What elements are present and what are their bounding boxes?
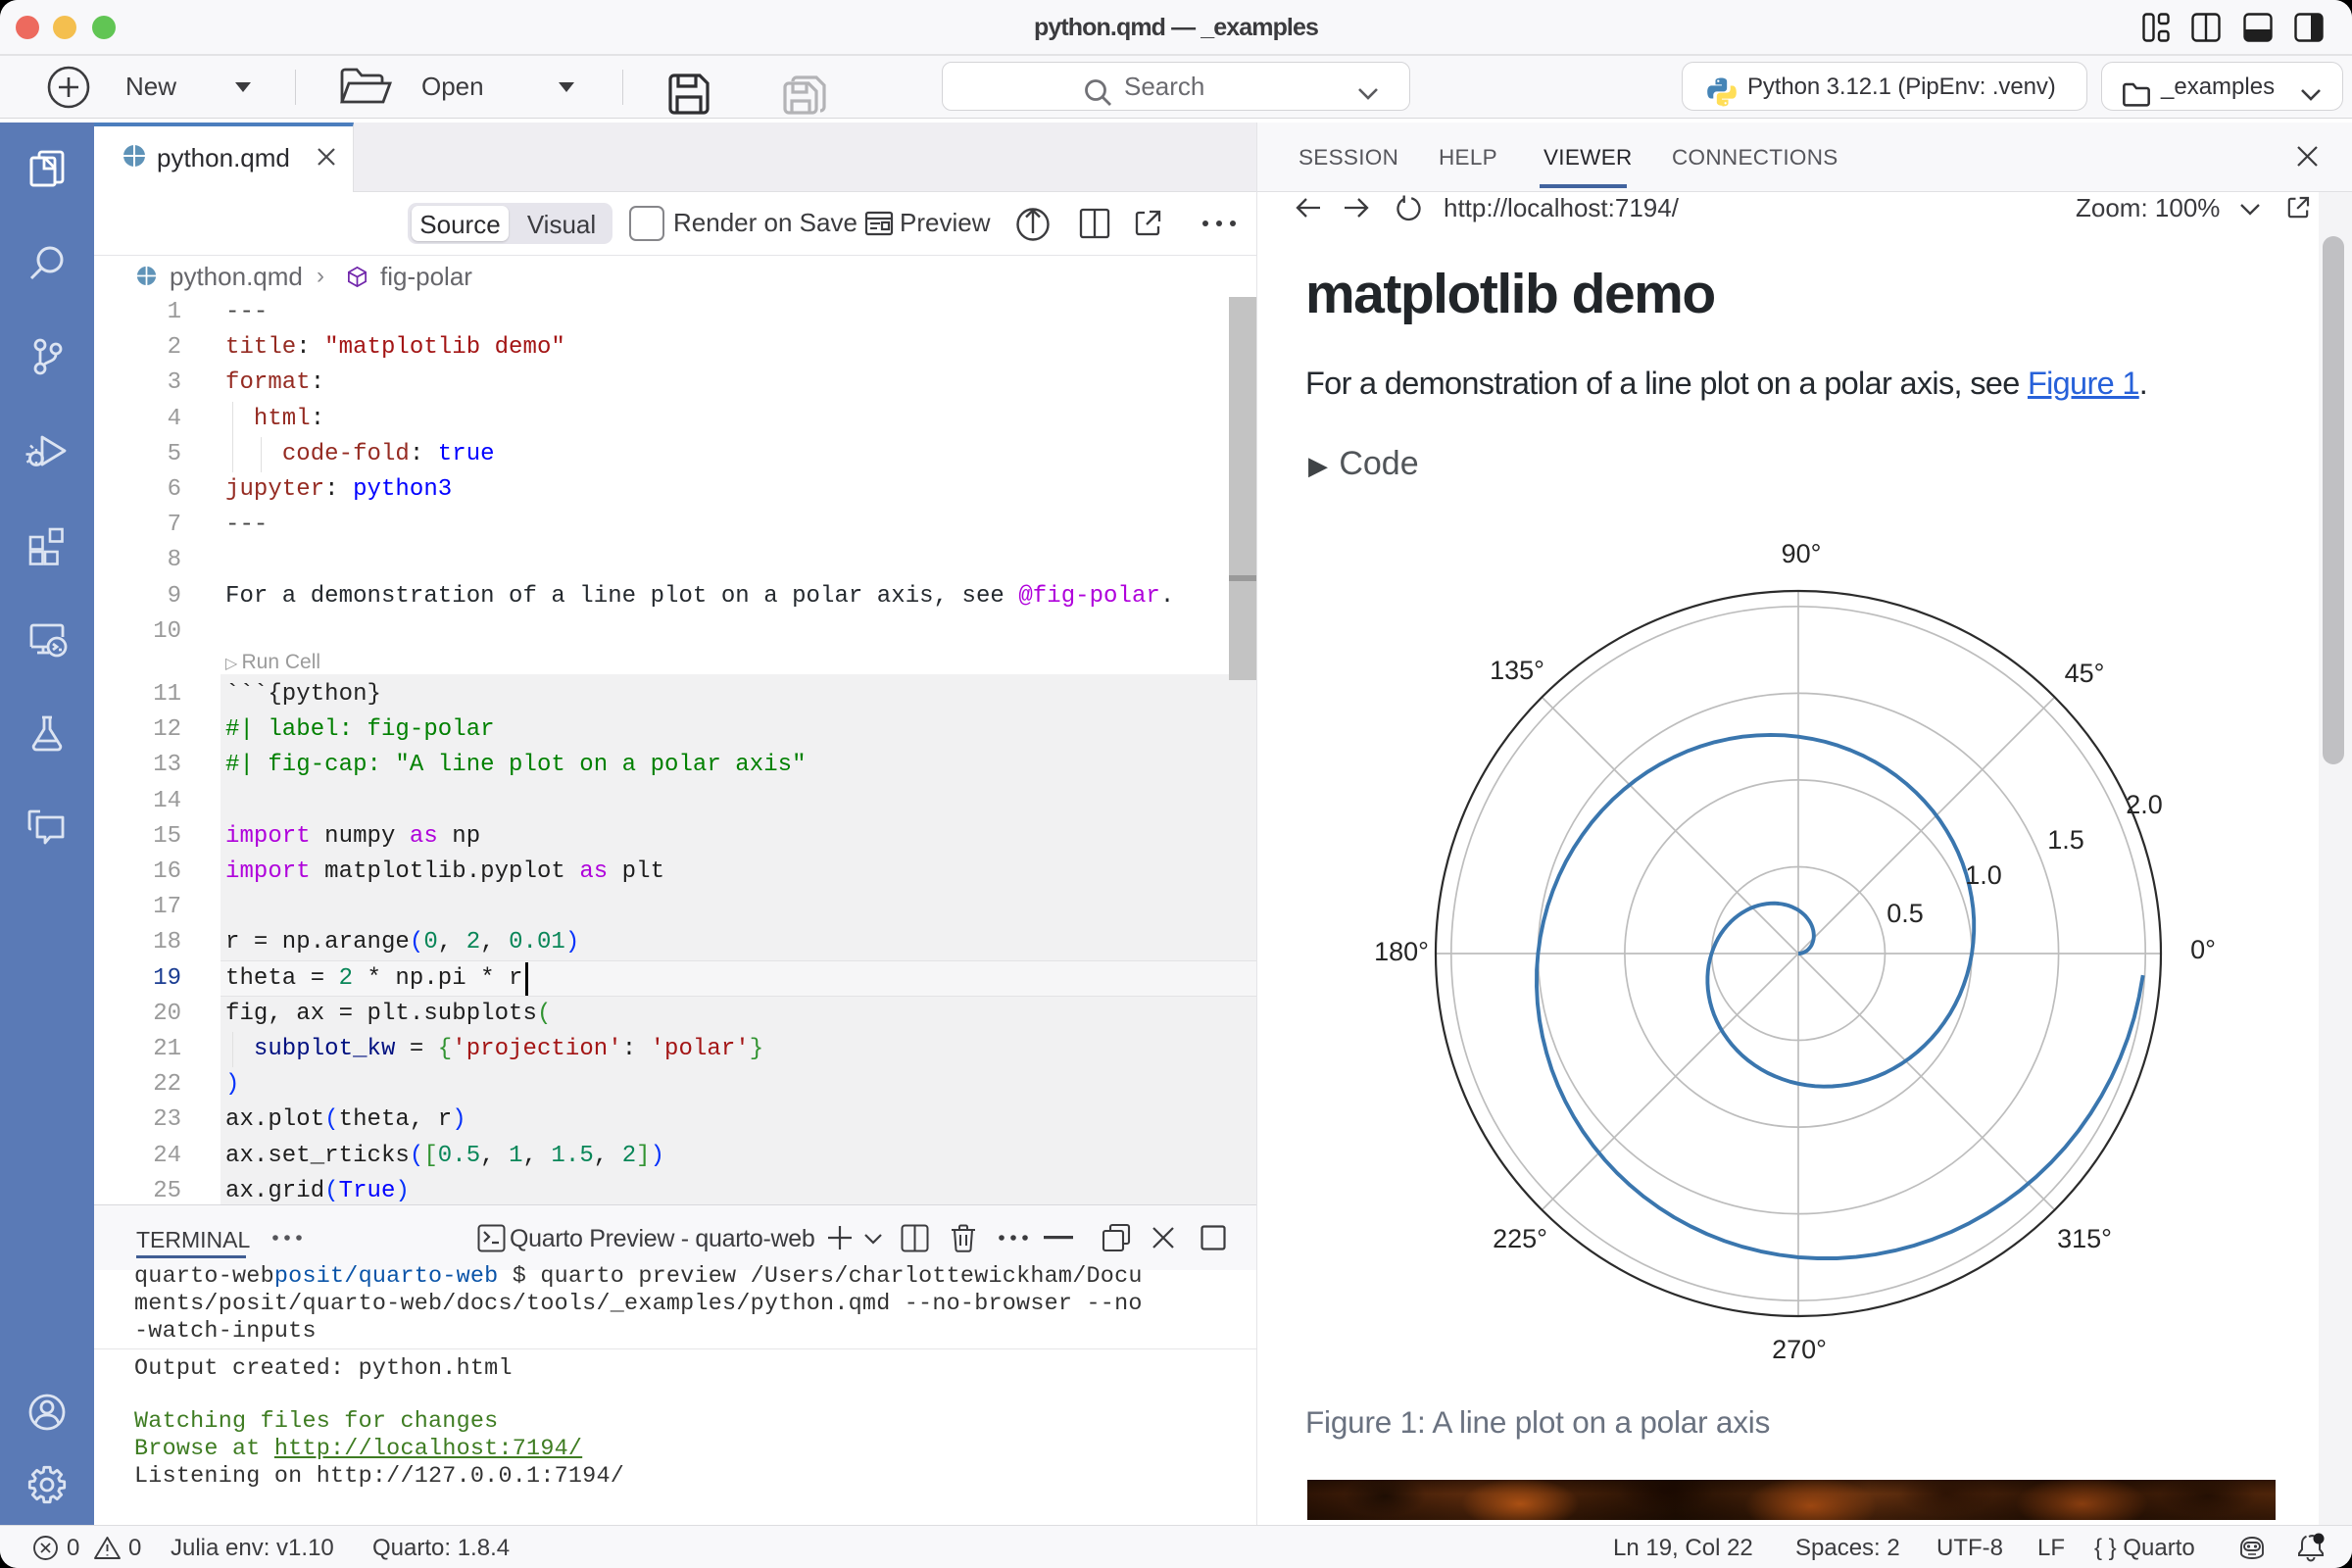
svg-text:45°: 45° [2065,659,2105,688]
svg-text:0°: 0° [2190,935,2216,964]
svg-text:315°: 315° [2057,1224,2112,1253]
svg-text:225°: 225° [1493,1224,1547,1253]
svg-text:2.0: 2.0 [2126,790,2163,819]
svg-text:180°: 180° [1374,937,1429,966]
svg-text:0.5: 0.5 [1886,899,1924,928]
svg-text:270°: 270° [1772,1335,1827,1364]
svg-text:1.5: 1.5 [2047,825,2084,855]
svg-text:135°: 135° [1490,656,1544,685]
svg-text:90°: 90° [1782,539,1822,568]
svg-text:1.0: 1.0 [1965,860,2002,890]
